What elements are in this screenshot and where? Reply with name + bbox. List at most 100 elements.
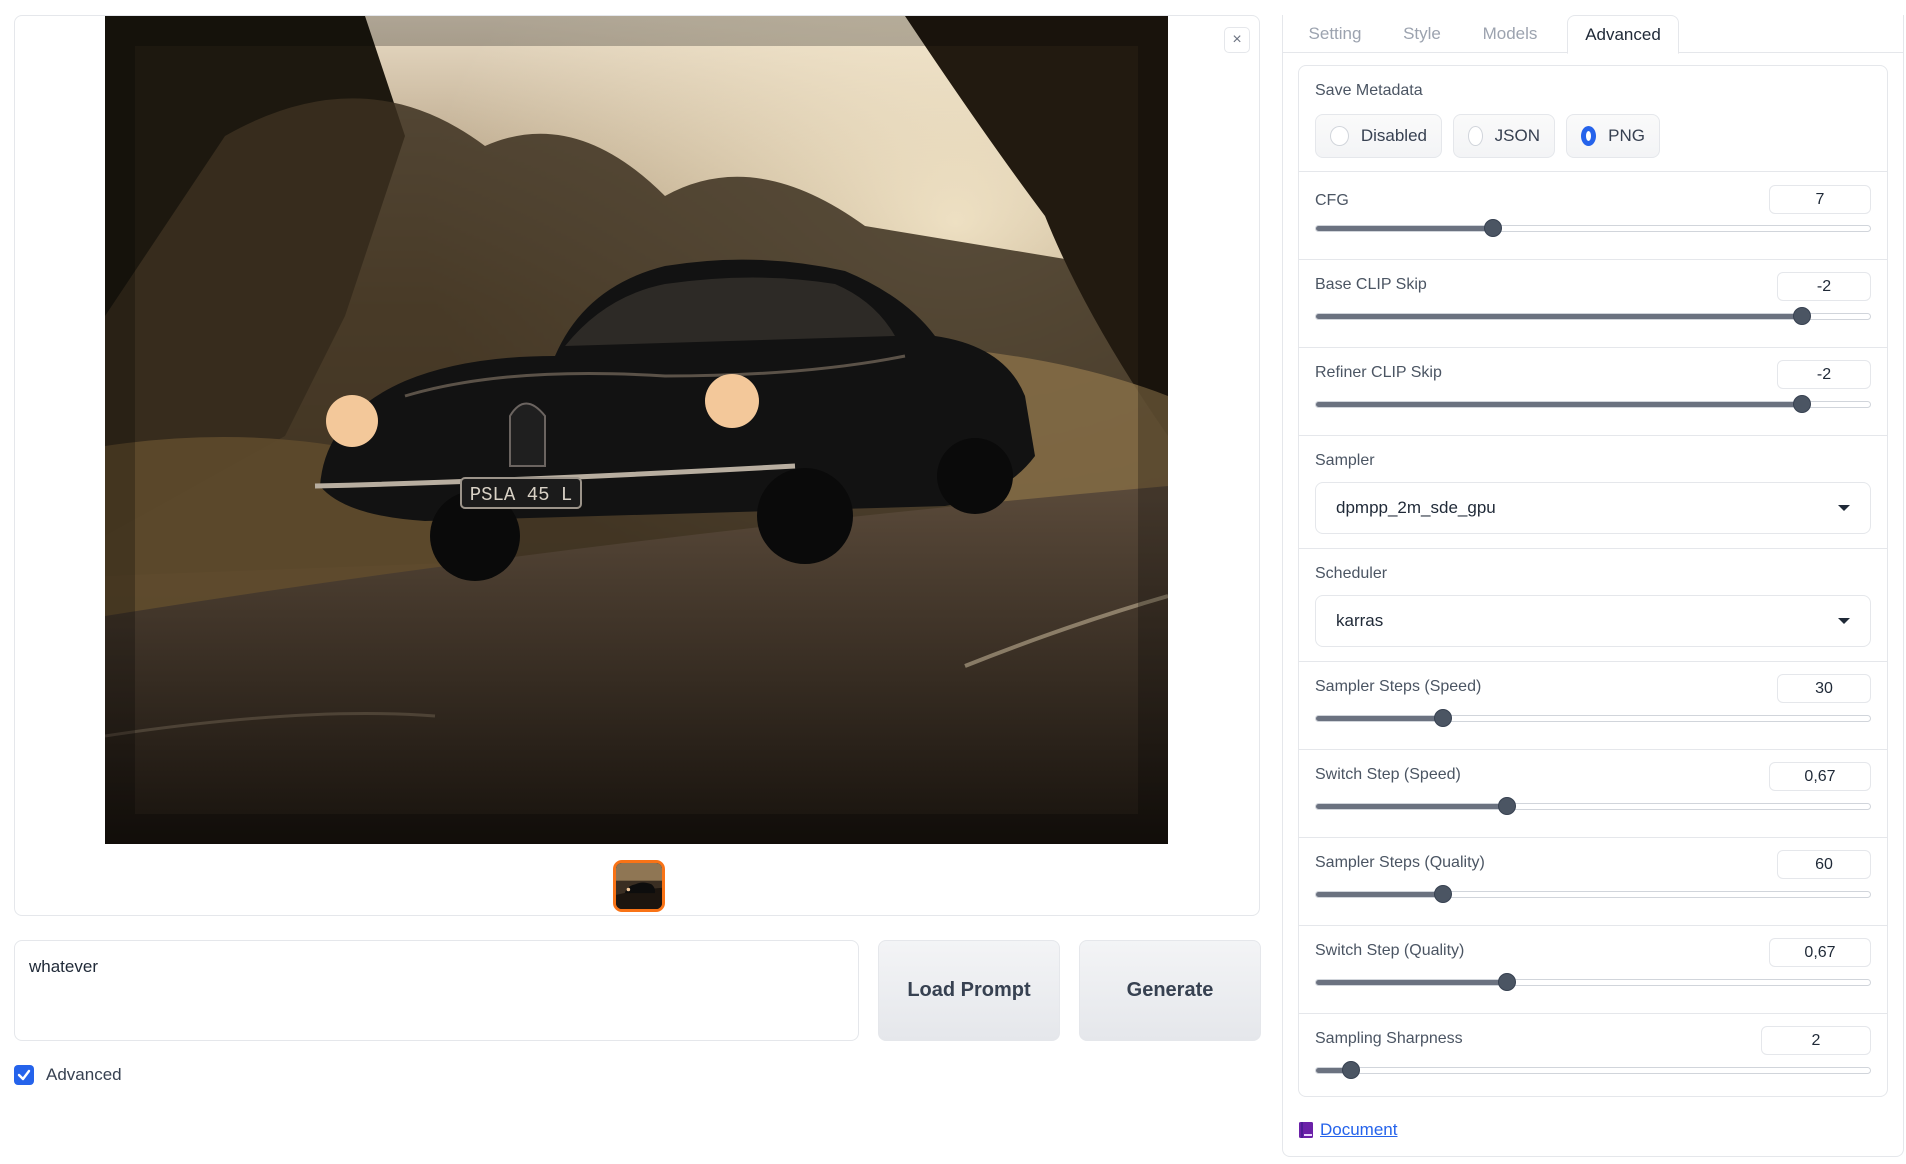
scheduler-select[interactable]: karras bbox=[1315, 595, 1871, 647]
switch-step-speed-input[interactable]: 0,67 bbox=[1769, 762, 1871, 791]
slider-handle[interactable] bbox=[1792, 395, 1811, 413]
slider-fill bbox=[1316, 980, 1508, 985]
cfg-input[interactable]: 7 bbox=[1769, 185, 1871, 214]
switch-step-speed-slider[interactable] bbox=[1315, 797, 1871, 815]
slider-track bbox=[1315, 401, 1871, 408]
refiner-clip-skip-input[interactable]: -2 bbox=[1777, 360, 1871, 389]
slider-fill bbox=[1316, 716, 1444, 721]
car-photo: PSLA 45 L bbox=[105, 16, 1168, 844]
radio-disabled-circle[interactable] bbox=[1330, 126, 1349, 146]
slider-handle[interactable] bbox=[1433, 885, 1452, 903]
sampling-sharpness-input[interactable]: 2 bbox=[1761, 1026, 1871, 1055]
slider-fill bbox=[1316, 892, 1444, 897]
slider-fill bbox=[1316, 402, 1801, 407]
switch-step-speed-label: Switch Step (Speed) bbox=[1315, 766, 1461, 783]
sampler-select[interactable]: dpmpp_2m_sde_gpu bbox=[1315, 482, 1871, 534]
settings-tabs: Setting Style Models Advanced bbox=[1282, 15, 1904, 54]
switch-step-speed-row: Switch Step (Speed) 0,67 bbox=[1299, 749, 1887, 837]
sampler-steps-speed-input[interactable]: 30 bbox=[1777, 674, 1871, 703]
sampler-row: Sampler dpmpp_2m_sde_gpu bbox=[1299, 435, 1887, 548]
thumbnail-selected[interactable] bbox=[613, 860, 665, 912]
tab-models[interactable]: Models bbox=[1470, 15, 1550, 53]
save-metadata-label: Save Metadata bbox=[1315, 82, 1423, 99]
slider-handle[interactable] bbox=[1342, 1061, 1361, 1079]
tab-setting[interactable]: Setting bbox=[1296, 15, 1374, 53]
refiner-clip-skip-slider[interactable] bbox=[1315, 395, 1871, 413]
generate-button[interactable]: Generate bbox=[1079, 940, 1261, 1041]
switch-step-quality-label: Switch Step (Quality) bbox=[1315, 942, 1465, 959]
cfg-row: CFG 7 bbox=[1299, 171, 1887, 259]
slider-track bbox=[1315, 715, 1871, 722]
close-icon[interactable]: × bbox=[1224, 27, 1250, 53]
document-link[interactable]: Document bbox=[1320, 1120, 1397, 1140]
chevron-down-icon bbox=[1838, 505, 1850, 511]
advanced-checkbox[interactable] bbox=[14, 1065, 34, 1085]
sampler-steps-speed-slider[interactable] bbox=[1315, 709, 1871, 727]
switch-step-quality-row: Switch Step (Quality) 0,67 bbox=[1299, 925, 1887, 1013]
sampler-steps-speed-label: Sampler Steps (Speed) bbox=[1315, 678, 1482, 695]
slider-fill bbox=[1316, 804, 1508, 809]
save-metadata-radio-group: Disabled JSON PNG bbox=[1315, 114, 1660, 158]
base-clip-skip-input[interactable]: -2 bbox=[1777, 272, 1871, 301]
sampling-sharpness-slider[interactable] bbox=[1315, 1061, 1871, 1079]
radio-json-circle[interactable] bbox=[1468, 126, 1483, 146]
load-prompt-button[interactable]: Load Prompt bbox=[878, 940, 1060, 1041]
slider-track bbox=[1315, 225, 1871, 232]
prompt-input[interactable]: whatever bbox=[14, 940, 859, 1041]
advanced-checkbox-label: Advanced bbox=[46, 1065, 122, 1084]
sampler-steps-quality-label: Sampler Steps (Quality) bbox=[1315, 854, 1485, 871]
base-clip-skip-slider[interactable] bbox=[1315, 307, 1871, 325]
advanced-settings-group: Save Metadata Disabled JSON PNG CFG 7 Ba… bbox=[1298, 65, 1888, 1097]
checkmark-icon bbox=[17, 1069, 31, 1081]
slider-track bbox=[1315, 891, 1871, 898]
slider-handle[interactable] bbox=[1483, 219, 1502, 237]
radio-disabled[interactable]: Disabled bbox=[1315, 114, 1442, 158]
advanced-checkbox-row[interactable]: Advanced bbox=[14, 1064, 122, 1086]
radio-png[interactable]: PNG bbox=[1566, 114, 1660, 158]
slider-track bbox=[1315, 979, 1871, 986]
sampling-sharpness-row: Sampling Sharpness 2 bbox=[1299, 1013, 1887, 1098]
switch-step-quality-slider[interactable] bbox=[1315, 973, 1871, 991]
chevron-down-icon bbox=[1838, 618, 1850, 624]
slider-track bbox=[1315, 313, 1871, 320]
sampler-label: Sampler bbox=[1315, 452, 1375, 469]
save-metadata-row: Save Metadata Disabled JSON PNG bbox=[1299, 66, 1887, 171]
refiner-clip-skip-row: Refiner CLIP Skip -2 bbox=[1299, 347, 1887, 435]
slider-track bbox=[1315, 803, 1871, 810]
scheduler-row: Scheduler karras bbox=[1299, 548, 1887, 661]
thumbnail-image bbox=[616, 863, 662, 909]
refiner-clip-skip-label: Refiner CLIP Skip bbox=[1315, 364, 1442, 381]
slider-handle[interactable] bbox=[1433, 709, 1452, 727]
scheduler-label: Scheduler bbox=[1315, 565, 1388, 582]
sampler-steps-quality-slider[interactable] bbox=[1315, 885, 1871, 903]
switch-step-quality-input[interactable]: 0,67 bbox=[1769, 938, 1871, 967]
sampler-select-value: dpmpp_2m_sde_gpu bbox=[1336, 498, 1496, 517]
tab-style[interactable]: Style bbox=[1390, 15, 1454, 53]
tab-advanced[interactable]: Advanced bbox=[1567, 15, 1679, 54]
cfg-label: CFG bbox=[1315, 192, 1349, 209]
slider-track bbox=[1315, 1067, 1871, 1074]
sampler-steps-quality-row: Sampler Steps (Quality) 60 bbox=[1299, 837, 1887, 925]
base-clip-skip-row: Base CLIP Skip -2 bbox=[1299, 259, 1887, 347]
radio-disabled-label: Disabled bbox=[1360, 126, 1427, 145]
scheduler-select-value: karras bbox=[1336, 611, 1384, 630]
radio-png-label: PNG bbox=[1608, 126, 1645, 145]
book-icon bbox=[1299, 1122, 1313, 1138]
generated-image[interactable]: PSLA 45 L bbox=[105, 16, 1168, 844]
slider-fill bbox=[1316, 314, 1801, 319]
sampling-sharpness-label: Sampling Sharpness bbox=[1315, 1030, 1463, 1047]
slider-handle[interactable] bbox=[1792, 307, 1811, 325]
base-clip-skip-label: Base CLIP Skip bbox=[1315, 276, 1427, 293]
document-link-row: Document bbox=[1298, 1119, 1397, 1141]
radio-json[interactable]: JSON bbox=[1453, 114, 1555, 158]
radio-json-label: JSON bbox=[1494, 126, 1540, 145]
slider-fill bbox=[1316, 226, 1494, 231]
cfg-slider[interactable] bbox=[1315, 219, 1871, 237]
license-plate-text: PSLA 45 L bbox=[470, 484, 573, 506]
sampler-steps-quality-input[interactable]: 60 bbox=[1777, 850, 1871, 879]
slider-handle[interactable] bbox=[1497, 797, 1516, 815]
sampler-steps-speed-row: Sampler Steps (Speed) 30 bbox=[1299, 661, 1887, 749]
slider-handle[interactable] bbox=[1497, 973, 1516, 991]
image-gallery: PSLA 45 L × bbox=[14, 15, 1260, 916]
radio-png-circle[interactable] bbox=[1581, 126, 1597, 146]
